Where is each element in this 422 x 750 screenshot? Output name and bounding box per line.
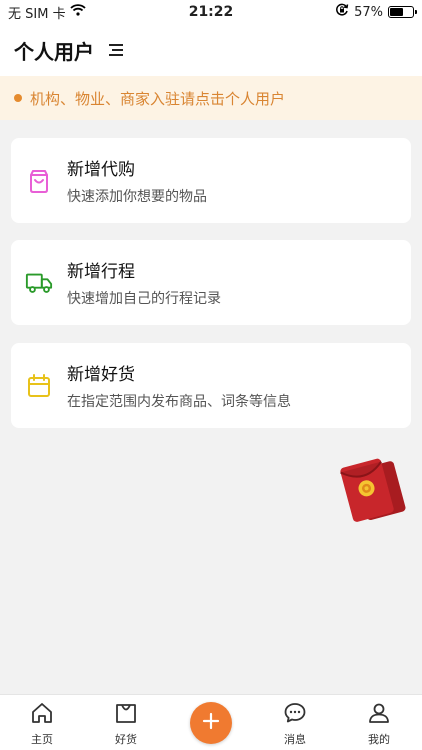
card-subtitle: 快速增加自己的行程记录 <box>67 291 221 307</box>
user-icon <box>367 701 391 729</box>
menu-icon[interactable] <box>108 43 124 57</box>
tab-label: 消息 <box>284 733 306 746</box>
card-text: 新增好货 在指定范围内发布商品、词条等信息 <box>67 360 291 411</box>
carrier-label: 无 SIM 卡 <box>8 6 66 22</box>
battery-icon <box>388 6 417 18</box>
status-left: 无 SIM 卡 <box>8 3 86 22</box>
tab-label: 我的 <box>368 733 390 746</box>
shopping-bag-icon <box>25 167 53 195</box>
red-envelope-icon[interactable] <box>338 452 412 532</box>
battery-percent: 57% <box>354 4 383 20</box>
card-add-goods[interactable]: 新增好货 在指定范围内发布商品、词条等信息 <box>11 343 411 428</box>
bag-icon <box>114 701 138 729</box>
card-text: 新增代购 快速添加你想要的物品 <box>67 155 207 206</box>
wifi-icon <box>69 4 86 20</box>
card-title: 新增代购 <box>67 160 135 180</box>
calendar-icon <box>25 372 53 400</box>
home-icon <box>30 701 54 729</box>
tab-me[interactable]: 我的 <box>349 701 409 747</box>
add-fab-button[interactable] <box>190 702 232 744</box>
card-subtitle: 在指定范围内发布商品、词条等信息 <box>67 394 291 410</box>
orientation-lock-icon <box>335 3 349 21</box>
tab-label: 主页 <box>31 733 53 746</box>
notice-banner[interactable]: 机构、物业、商家入驻请点击个人用户 <box>0 76 422 120</box>
plus-icon <box>201 711 221 735</box>
tab-goods[interactable]: 好货 <box>96 701 156 747</box>
tab-label: 好货 <box>115 733 137 746</box>
page-title[interactable]: 个人用户 <box>14 36 94 65</box>
truck-icon <box>25 269 53 297</box>
card-add-trip[interactable]: 新增行程 快速增加自己的行程记录 <box>11 240 411 325</box>
notice-text: 机构、物业、商家入驻请点击个人用户 <box>30 89 286 108</box>
tab-messages[interactable]: 消息 <box>265 701 325 747</box>
status-bar: 无 SIM 卡 21:22 57% <box>0 0 422 24</box>
battery-fill <box>390 8 403 16</box>
notice-dot <box>14 94 22 102</box>
card-text: 新增行程 快速增加自己的行程记录 <box>67 257 221 308</box>
card-title: 新增行程 <box>67 262 135 282</box>
tab-home[interactable]: 主页 <box>12 701 72 747</box>
header: 个人用户 <box>0 24 422 76</box>
chat-icon <box>283 701 307 729</box>
card-subtitle: 快速添加你想要的物品 <box>67 189 207 205</box>
status-right: 57% <box>335 3 417 21</box>
card-add-proxy-purchase[interactable]: 新增代购 快速添加你想要的物品 <box>11 138 411 223</box>
card-title: 新增好货 <box>67 365 135 385</box>
